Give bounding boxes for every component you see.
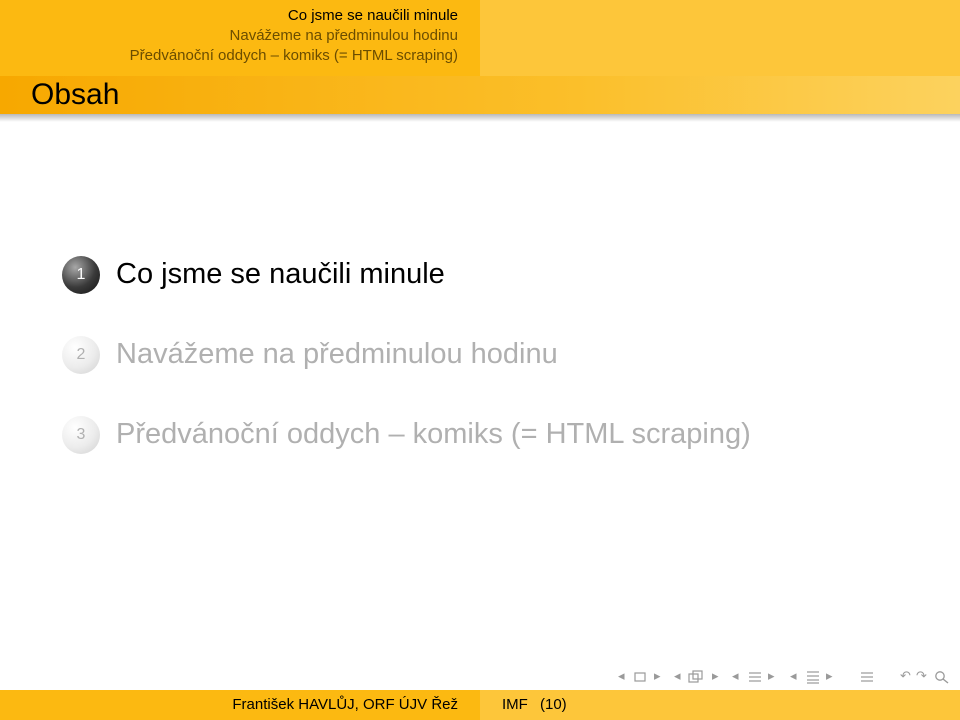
nav-section-1[interactable]: Co jsme se naučili minule [0,6,458,26]
toc-number-badge: 3 [62,416,100,454]
nav-section-3[interactable]: Předvánoční oddych – komiks (= HTML scra… [0,46,458,66]
footer-page-number: (10) [540,696,567,713]
header-bar-right [480,0,960,76]
arrow-left-icon[interactable]: ◂ [618,665,625,687]
forward-icon[interactable]: ↷ [916,665,927,687]
frame-title-bar [0,76,960,114]
footer-title: IMF [502,696,528,713]
navigation-symbols: ◂ ▸ ◂ ▸ ◂ ▸ ◂ ▸ ↶ ↷ [616,665,956,687]
nav-section-2[interactable]: Navážeme na předminulou hodinu [0,26,458,46]
arrow-left-icon[interactable]: ◂ [790,665,797,687]
subsection-icon[interactable] [688,665,706,687]
arrow-left-icon[interactable]: ◂ [674,665,681,687]
back-icon[interactable]: ↶ [900,665,911,687]
align-icon[interactable] [860,665,874,687]
arrow-right-icon[interactable]: ▸ [768,665,775,687]
arrow-right-icon[interactable]: ▸ [654,665,661,687]
toc-item-label: Předvánoční oddych – komiks (= HTML scra… [116,418,751,450]
arrow-right-icon[interactable]: ▸ [712,665,719,687]
title-shadow [0,114,960,122]
document-icon[interactable] [806,665,820,687]
arrow-left-icon[interactable]: ◂ [732,665,739,687]
search-icon[interactable] [934,665,950,687]
frame-title: Obsah [31,78,120,111]
toc-number-badge: 2 [62,336,100,374]
section-icon[interactable] [748,665,762,687]
arrow-right-icon[interactable]: ▸ [826,665,833,687]
footer-author: František HAVLŮJ, ORF ÚJV Řež [232,696,458,713]
toc-number-badge: 1 [62,256,100,294]
toc-item-label: Co jsme se naučili minule [116,258,445,290]
toc-item-label: Navážeme na předminulou hodinu [116,338,558,370]
section-navigation: Co jsme se naučili minule Navážeme na př… [0,6,458,66]
frame-icon[interactable] [634,665,646,687]
